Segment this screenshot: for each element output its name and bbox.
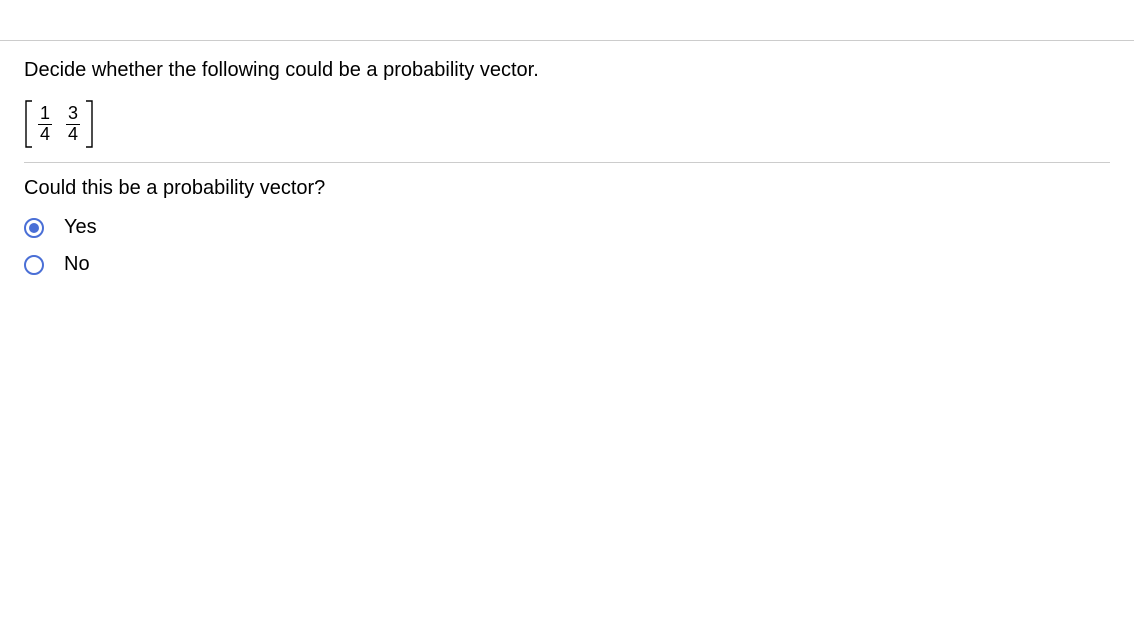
fraction-denominator: 4: [38, 124, 52, 145]
option-label: Yes: [64, 216, 97, 239]
question-prompt: Decide whether the following could be a …: [24, 59, 1110, 82]
left-bracket-icon: [24, 100, 34, 148]
fraction-denominator: 4: [66, 124, 80, 145]
fraction-numerator: 3: [66, 104, 80, 124]
probability-vector: 1 4 3 4: [24, 100, 94, 148]
right-bracket-icon: [84, 100, 94, 148]
vector-entry-1: 1 4: [38, 104, 52, 145]
question-container: Decide whether the following could be a …: [0, 0, 1134, 276]
vector-entry-2: 3 4: [66, 104, 80, 145]
option-yes[interactable]: Yes: [24, 216, 1110, 239]
answer-prompt: Could this be a probability vector?: [24, 177, 1110, 200]
divider-mid: [24, 162, 1110, 163]
radio-icon[interactable]: [24, 255, 44, 275]
radio-icon[interactable]: [24, 218, 44, 238]
fraction-numerator: 1: [38, 104, 52, 124]
option-no[interactable]: No: [24, 253, 1110, 276]
options-group: Yes No: [24, 216, 1110, 276]
option-label: No: [64, 253, 90, 276]
